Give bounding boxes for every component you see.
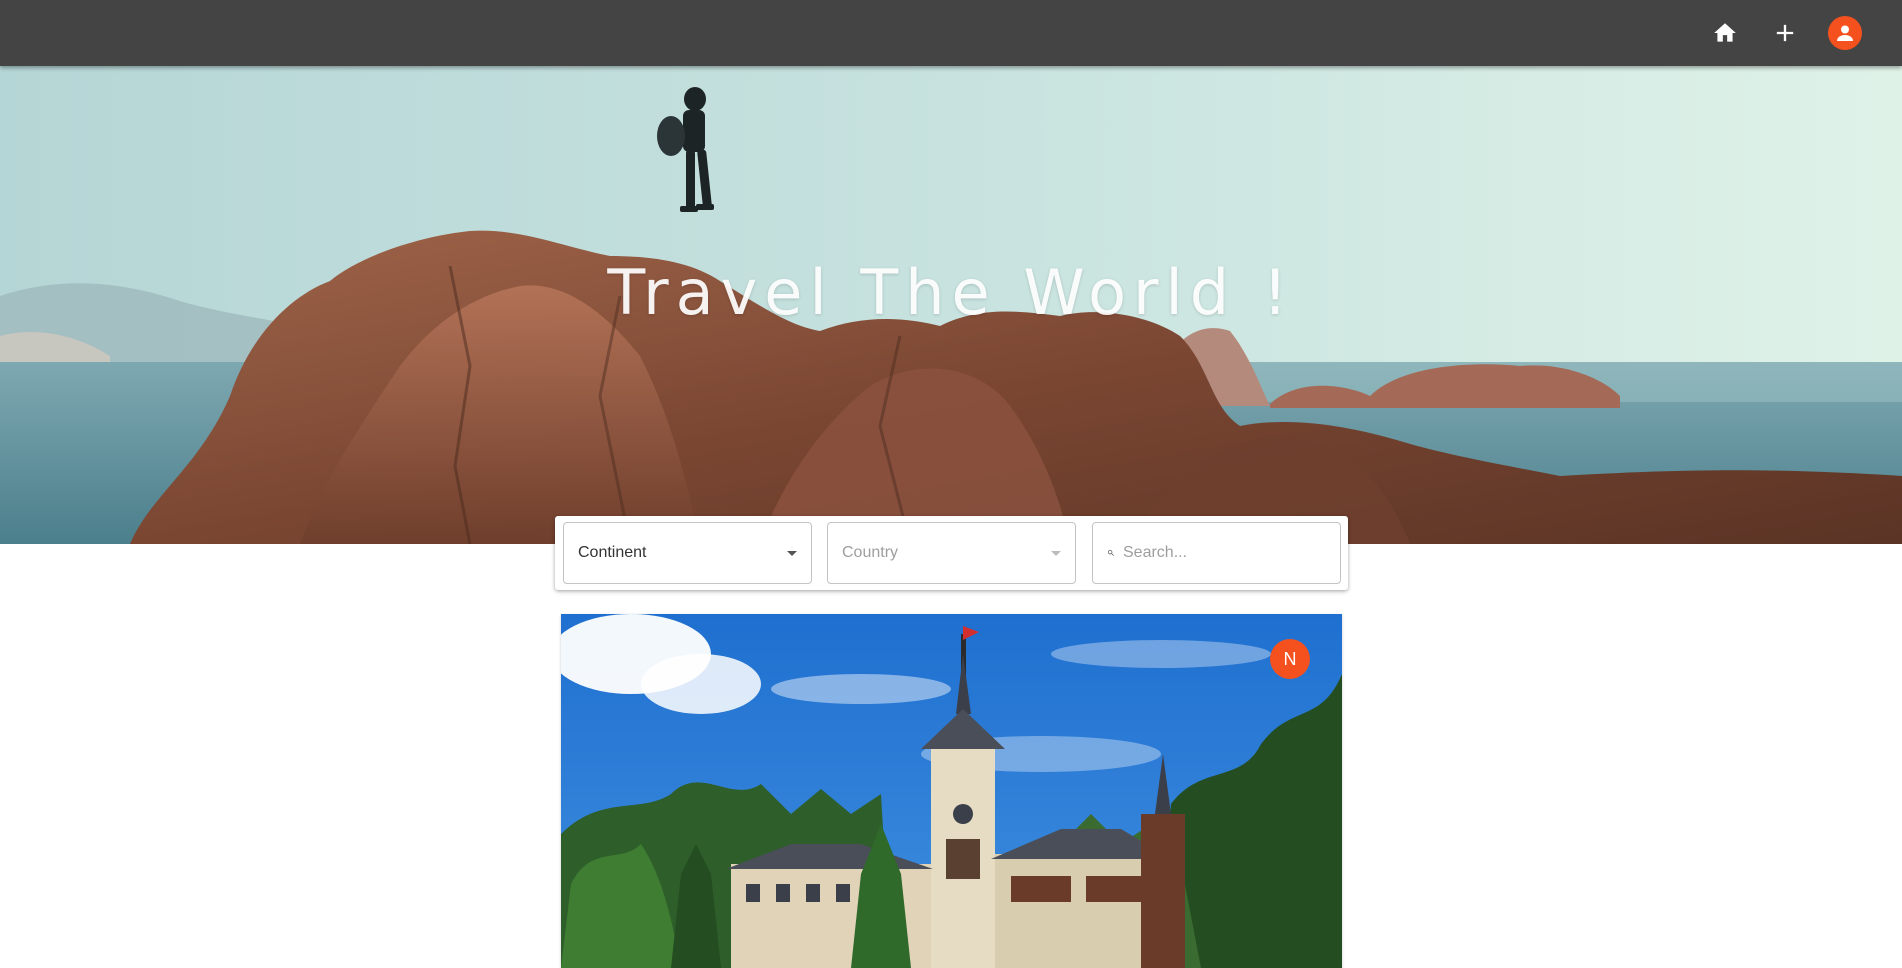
account-icon xyxy=(1837,25,1853,41)
header-actions xyxy=(1708,0,1862,66)
search-input[interactable] xyxy=(1123,544,1330,562)
chevron-down-icon xyxy=(1051,550,1061,556)
country-select-value: Country xyxy=(842,544,899,561)
country-select[interactable]: Country xyxy=(827,522,1076,584)
continent-select-value: Continent xyxy=(578,544,647,561)
home-button[interactable] xyxy=(1708,16,1742,50)
author-avatar[interactable]: N xyxy=(1270,639,1310,679)
hero-banner: Travel The World ! xyxy=(0,66,1902,544)
search-icon xyxy=(1108,550,1114,556)
search-field xyxy=(1092,522,1341,584)
top-app-bar xyxy=(0,0,1902,66)
plus-icon xyxy=(1776,24,1794,42)
continent-select[interactable]: Continent xyxy=(563,522,812,584)
account-button[interactable] xyxy=(1828,16,1862,50)
hero-title: Travel The World ! xyxy=(607,256,1295,329)
add-post-button[interactable] xyxy=(1768,16,1802,50)
filter-bar: Continent Country xyxy=(555,516,1348,590)
post-image xyxy=(561,614,1342,968)
chevron-down-icon xyxy=(787,550,797,556)
home-icon xyxy=(1714,23,1736,42)
post-card[interactable]: N xyxy=(561,614,1342,968)
